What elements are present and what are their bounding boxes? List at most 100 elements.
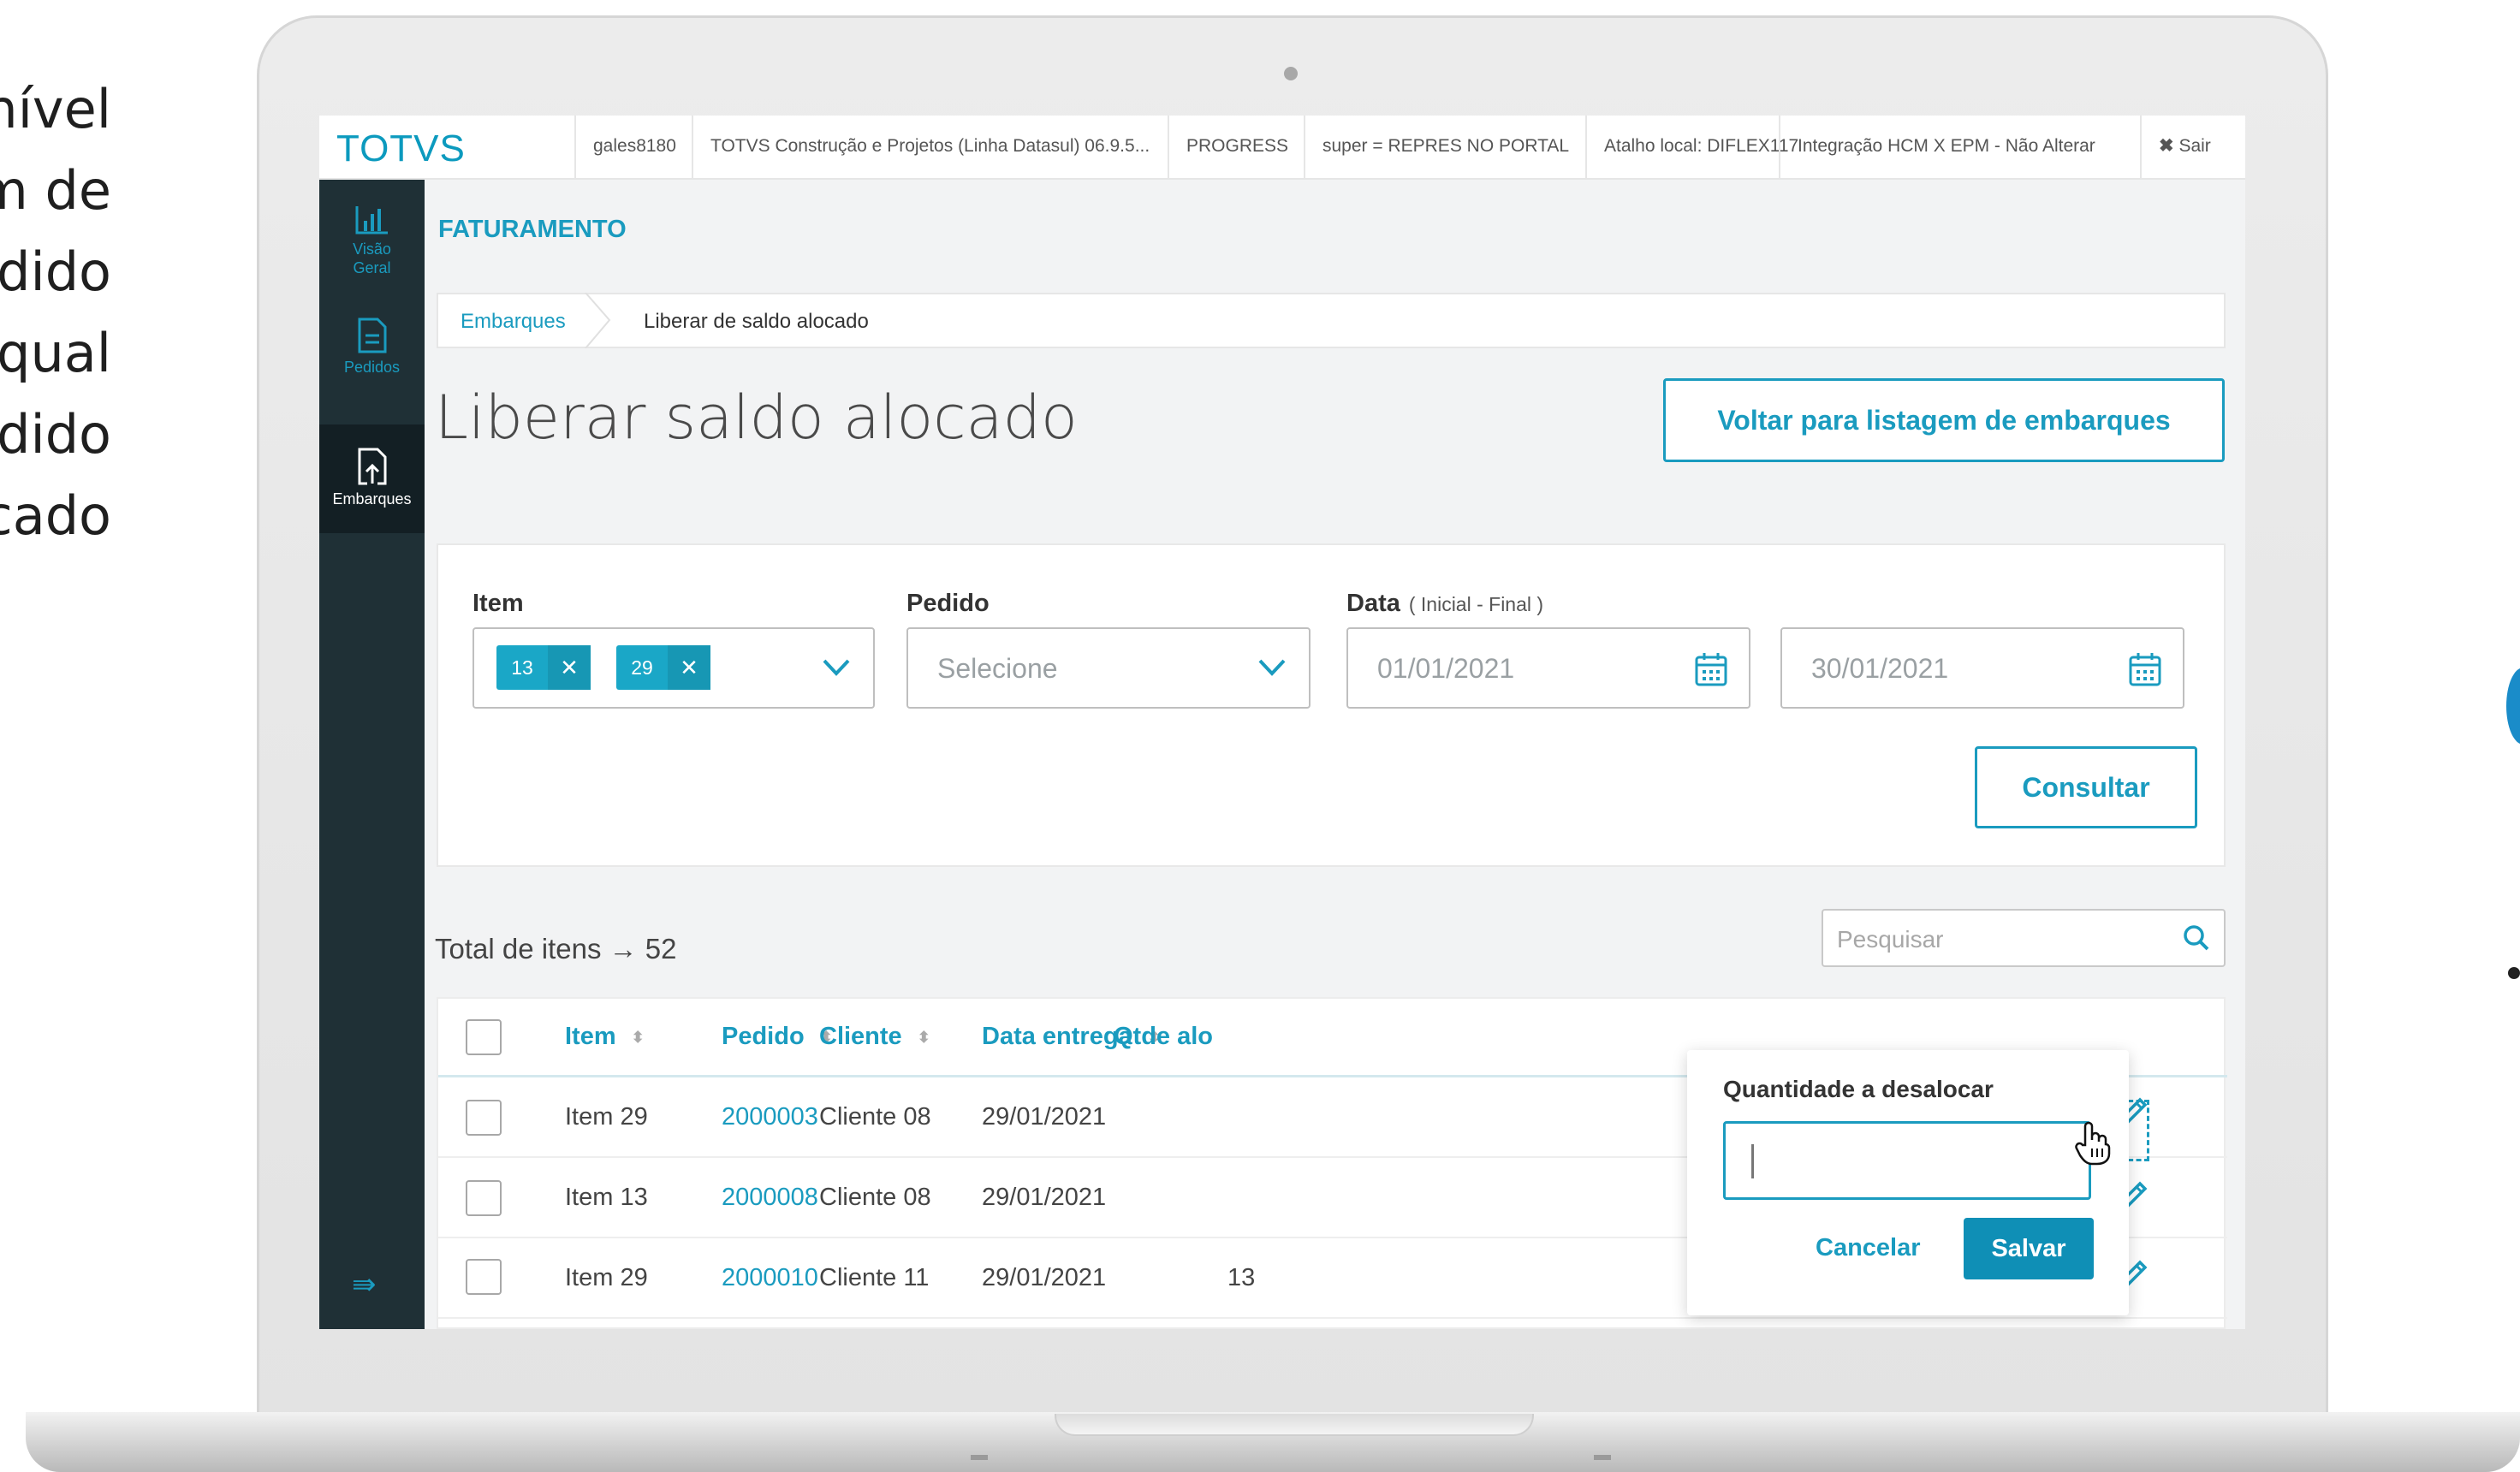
cell-data-entrega: 29/01/2021 xyxy=(982,1184,1107,1211)
sidebar: Visão Geral Pedidos Embarques ⇛ xyxy=(319,180,425,1329)
collapse-menu-icon[interactable]: ⇛ xyxy=(352,1267,377,1302)
slide-text-line: cado xyxy=(0,484,111,547)
slide-text-line: nível xyxy=(0,78,111,140)
end-date-field[interactable]: 30/01/2021 xyxy=(1780,627,2184,709)
header-label: Cliente xyxy=(819,1023,902,1050)
slide-text: nível m de dido qual dido cado xyxy=(0,68,111,556)
breadcrumb-separator-icon xyxy=(585,293,611,348)
calendar-icon[interactable] xyxy=(2128,651,2162,687)
logout-button[interactable]: ✖ Sair xyxy=(2140,116,2245,180)
header-label: Data entrega xyxy=(982,1023,1132,1050)
chip-value: 29 xyxy=(631,656,653,679)
start-date-value: 01/01/2021 xyxy=(1377,653,1515,684)
search-input[interactable]: Pesquisar xyxy=(1822,909,2226,967)
laptop-hinge xyxy=(1055,1414,1534,1436)
chevron-down-icon[interactable] xyxy=(822,658,851,677)
cancel-button[interactable]: Cancelar xyxy=(1816,1234,1921,1262)
data-sublabel: ( Inicial - Final ) xyxy=(1408,593,1544,615)
back-to-list-button[interactable]: Voltar para listagem de embarques xyxy=(1663,378,2225,462)
data-filter-label: Data ( Inicial - Final ) xyxy=(1346,590,1543,618)
cell-data-entrega: 29/01/2021 xyxy=(982,1103,1107,1131)
slide-text-line: qual xyxy=(0,322,111,384)
top-bar: TOTVS gales8180 TOTVS Construção e Proje… xyxy=(319,116,2245,180)
header-label: Pedido xyxy=(722,1023,805,1050)
upload-file-icon xyxy=(358,448,386,485)
app-screen: TOTVS gales8180 TOTVS Construção e Proje… xyxy=(319,116,2245,1329)
item-filter-label: Item xyxy=(472,590,524,617)
hand-cursor-icon xyxy=(2075,1121,2111,1166)
header-label: Qtde alo xyxy=(1114,1023,1214,1050)
calendar-icon[interactable] xyxy=(1694,651,1728,687)
item-multiselect[interactable]: 13 ✕ 29 ✕ xyxy=(472,627,875,709)
item-chip: 13 ✕ xyxy=(496,645,591,690)
topbar-profile[interactable]: super = REPRES NO PORTAL xyxy=(1304,116,1586,180)
filter-panel: Item 13 ✕ 29 ✕ Pedido Selecione Data (I… xyxy=(437,543,2226,867)
start-date-field[interactable]: 01/01/2021 xyxy=(1346,627,1750,709)
slide-text-line: dido xyxy=(0,403,111,466)
topbar-progress[interactable]: PROGRESS xyxy=(1168,116,1305,180)
row-checkbox[interactable] xyxy=(466,1180,502,1216)
row-checkbox[interactable] xyxy=(466,1259,502,1295)
header-label: Item xyxy=(565,1023,616,1050)
cell-item: Item 13 xyxy=(565,1184,648,1211)
select-all-checkbox[interactable] xyxy=(466,1019,502,1055)
desalocar-popover: Quantidade a desalocar Cancelar Salvar xyxy=(1687,1050,2129,1315)
decorative-circle xyxy=(2506,668,2520,745)
sidebar-item-visao-geral[interactable]: Visão Geral xyxy=(319,204,425,298)
row-checkbox[interactable] xyxy=(466,1100,502,1136)
sidebar-label: Geral xyxy=(353,259,391,276)
item-chip: 29 ✕ xyxy=(616,645,710,690)
save-button[interactable]: Salvar xyxy=(1964,1218,2094,1279)
cell-pedido-link[interactable]: 2000010 xyxy=(722,1264,818,1292)
module-title: FATURAMENTO xyxy=(438,216,627,243)
cell-cliente: Cliente 08 xyxy=(819,1184,931,1211)
logout-label: Sair xyxy=(2178,136,2211,156)
end-date-value: 30/01/2021 xyxy=(1811,653,1949,684)
main-content: FATURAMENTO Embarques Liberar de saldo a… xyxy=(425,180,2245,1329)
camera xyxy=(1284,67,1298,80)
page-title: Liberar saldo alocado xyxy=(435,383,1078,453)
pedido-placeholder: Selecione xyxy=(937,653,1058,684)
remove-chip-icon[interactable]: ✕ xyxy=(668,645,710,690)
sidebar-item-embarques[interactable]: Embarques xyxy=(319,424,425,533)
topbar-company[interactable]: TOTVS Construção e Projetos (Linha Datas… xyxy=(692,116,1167,180)
cell-qtde-alocada: 13 xyxy=(1227,1264,1256,1291)
breadcrumb-current: Liberar de saldo alocado xyxy=(644,310,869,333)
laptop-foot xyxy=(1594,1455,1611,1460)
data-label-text: Data xyxy=(1346,590,1400,617)
quantity-input[interactable] xyxy=(1723,1121,2091,1200)
search-icon[interactable] xyxy=(2183,924,2210,952)
remove-chip-icon[interactable]: ✕ xyxy=(548,645,591,690)
sort-icon[interactable]: ⬍ xyxy=(632,1030,645,1045)
cell-pedido-link[interactable]: 2000003 xyxy=(722,1103,818,1131)
laptop-foot xyxy=(971,1455,988,1460)
sidebar-label: Pedidos xyxy=(343,359,401,376)
cell-cliente: Cliente 11 xyxy=(819,1264,930,1291)
pedido-select[interactable]: Selecione xyxy=(906,627,1311,709)
column-header-cliente[interactable]: Cliente ⬍ xyxy=(819,1023,930,1051)
topbar-integration[interactable]: Integração HCM X EPM - Não Alterar xyxy=(1779,116,2113,180)
chevron-down-icon[interactable] xyxy=(1257,658,1287,677)
consult-button[interactable]: Consultar xyxy=(1975,746,2197,828)
sort-icon[interactable]: ⬍ xyxy=(918,1030,930,1045)
topbar-user[interactable]: gales8180 xyxy=(574,116,693,180)
cell-pedido-link[interactable]: 2000008 xyxy=(722,1184,818,1212)
cell-data-entrega: 29/01/2021 xyxy=(982,1264,1107,1291)
slide-text-line: m de xyxy=(0,159,111,222)
sidebar-label: Visão xyxy=(353,240,391,258)
column-header-item[interactable]: Item ⬍ xyxy=(565,1023,645,1051)
sidebar-item-pedidos[interactable]: Pedidos xyxy=(319,317,425,402)
search-placeholder: Pesquisar xyxy=(1837,926,1944,953)
text-caret xyxy=(1751,1144,1754,1178)
pedido-filter-label: Pedido xyxy=(906,590,990,617)
slide-text-line: dido xyxy=(0,240,111,303)
close-icon: ✖ xyxy=(2159,136,2174,156)
document-icon xyxy=(358,318,386,353)
cell-item: Item 29 xyxy=(565,1264,648,1291)
column-header-pedido[interactable]: Pedido ⬍ xyxy=(722,1023,833,1051)
breadcrumb: Embarques Liberar de saldo alocado xyxy=(437,293,2226,348)
popover-title: Quantidade a desalocar xyxy=(1723,1076,1994,1102)
breadcrumb-link-embarques[interactable]: Embarques xyxy=(461,310,566,334)
total-items-label: Total de itens → 52 xyxy=(435,933,677,965)
column-header-qtde-alocada[interactable]: Qtde alo xyxy=(1114,1023,1213,1051)
